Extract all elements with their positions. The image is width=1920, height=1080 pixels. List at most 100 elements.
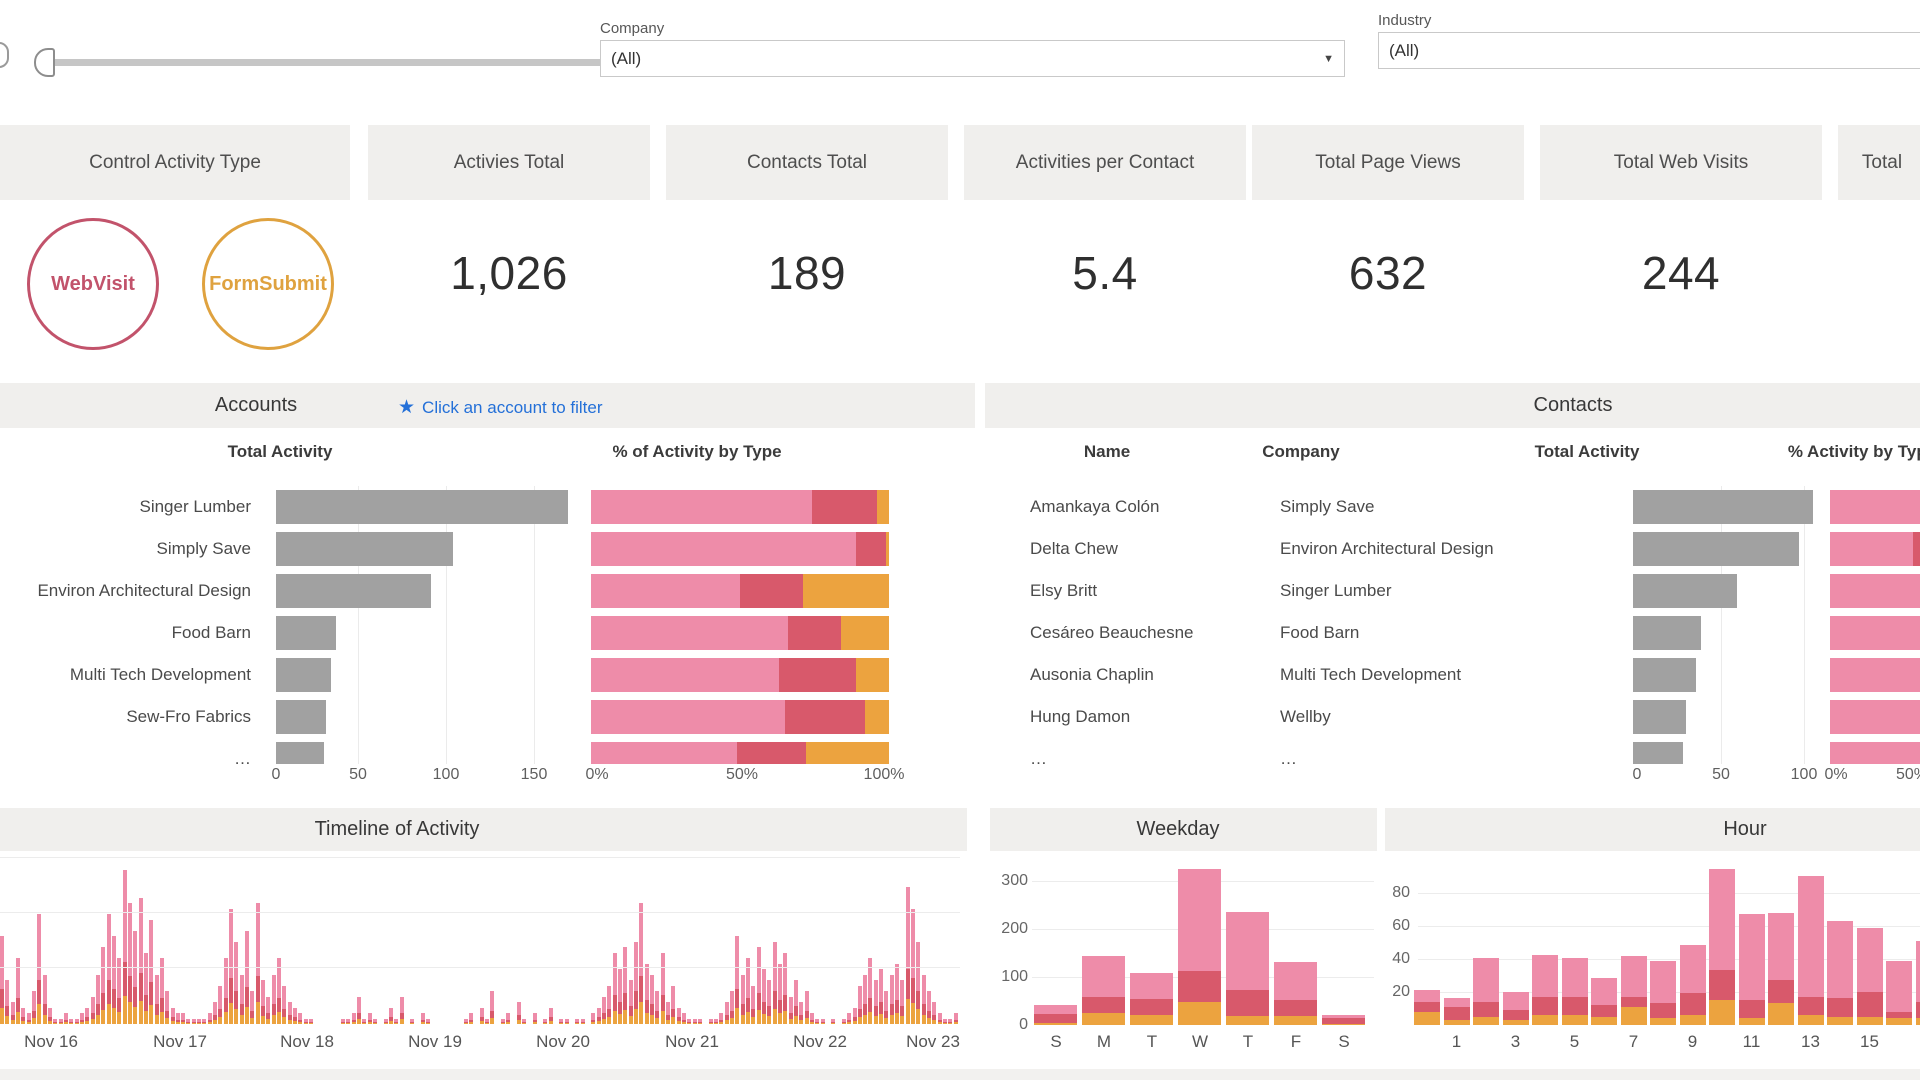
timeline-bar[interactable] (581, 1019, 585, 1024)
timeline-bar[interactable] (362, 1019, 366, 1024)
timeline-bar[interactable] (112, 936, 116, 1024)
timeline-bar[interactable] (533, 1013, 537, 1024)
timeline-bar[interactable] (757, 947, 761, 1024)
timeline-bar[interactable] (480, 1008, 484, 1024)
hour-bar[interactable] (1768, 685, 1794, 1025)
timeline-bar[interactable] (171, 1008, 175, 1024)
timeline-bar[interactable] (810, 1013, 814, 1024)
timeline-bar[interactable] (485, 1019, 489, 1024)
timeline-bar[interactable] (490, 991, 494, 1024)
timeline-bar[interactable] (645, 964, 649, 1024)
timeline-bar[interactable] (293, 1008, 297, 1024)
timeline-bar[interactable] (197, 1019, 201, 1024)
hour-bar[interactable] (1827, 685, 1853, 1025)
contact-pct-stacked-bar[interactable] (1830, 574, 1920, 608)
timeline-bar[interactable] (85, 1008, 89, 1024)
timeline-bar[interactable] (266, 997, 270, 1024)
timeline-bar[interactable] (874, 980, 878, 1024)
timeline-bar[interactable] (410, 1019, 414, 1024)
timeline-bar[interactable] (831, 1019, 835, 1024)
timeline-bar[interactable] (426, 1019, 430, 1024)
hour-bar[interactable] (1857, 685, 1883, 1025)
timeline-bar[interactable] (629, 980, 633, 1024)
timeline-bar[interactable] (91, 997, 95, 1024)
timeline-bar[interactable] (938, 1013, 942, 1024)
timeline-bar[interactable] (634, 942, 638, 1024)
timeline-bar[interactable] (21, 1008, 25, 1024)
account-total-activity-bar[interactable] (276, 616, 336, 650)
timeline-bar[interactable] (735, 936, 739, 1024)
timeline-bar[interactable] (234, 942, 238, 1024)
contact-total-activity-bar[interactable] (1633, 616, 1701, 650)
timeline-bar[interactable] (773, 942, 777, 1024)
hour-bar[interactable] (1414, 685, 1440, 1025)
hour-bar[interactable] (1473, 685, 1499, 1025)
hour-bar[interactable] (1739, 685, 1765, 1025)
hour-bar[interactable] (1562, 685, 1588, 1025)
timeline-bar[interactable] (304, 1019, 308, 1024)
account-row[interactable]: Food Barn (0, 612, 975, 654)
timeline-bar[interactable] (469, 1013, 473, 1024)
hour-bar[interactable] (1916, 685, 1920, 1025)
timeline-bar[interactable] (341, 1019, 345, 1024)
timeline-bar[interactable] (0, 936, 4, 1024)
timeline-bar[interactable] (288, 1002, 292, 1024)
account-row[interactable]: … (0, 738, 975, 764)
contact-row[interactable]: Delta ChewEnviron Architectural Design (985, 528, 1920, 570)
timeline-bar[interactable] (815, 1019, 819, 1024)
timeline-bar[interactable] (821, 1019, 825, 1024)
timeline-bar[interactable] (943, 1019, 947, 1024)
timeline-bar[interactable] (69, 1019, 73, 1024)
timeline-bar[interactable] (853, 1008, 857, 1024)
timeline-bar[interactable] (575, 1019, 579, 1024)
account-pct-stacked-bar[interactable] (591, 574, 889, 608)
hour-bar[interactable] (1650, 685, 1676, 1025)
timeline-bar[interactable] (789, 997, 793, 1024)
timeline-bar[interactable] (165, 991, 169, 1024)
timeline-bar[interactable] (618, 969, 622, 1024)
timeline-bar[interactable] (400, 997, 404, 1024)
timeline-bar[interactable] (32, 991, 36, 1024)
timeline-bar[interactable] (954, 1013, 958, 1024)
timeline-bar[interactable] (384, 1019, 388, 1024)
timeline-bar[interactable] (794, 980, 798, 1024)
weekday-bar[interactable] (1274, 685, 1317, 1025)
timeline-bar[interactable] (879, 969, 883, 1024)
account-pct-stacked-bar[interactable] (591, 742, 889, 764)
contact-total-activity-bar[interactable] (1633, 532, 1799, 566)
timeline-bar[interactable] (517, 1002, 521, 1024)
timeline-bar[interactable] (709, 1019, 713, 1024)
account-total-activity-bar[interactable] (276, 742, 324, 764)
timeline-bar[interactable] (559, 1019, 563, 1024)
contact-pct-stacked-bar[interactable] (1830, 616, 1920, 650)
contact-pct-stacked-bar[interactable] (1830, 532, 1920, 566)
timeline-bar[interactable] (847, 1013, 851, 1024)
timeline-bar[interactable] (858, 986, 862, 1024)
timeline-bar[interactable] (607, 986, 611, 1024)
weekday-bar[interactable] (1226, 685, 1269, 1025)
weekday-bar[interactable] (1322, 685, 1365, 1025)
timeline-bar[interactable] (282, 986, 286, 1024)
timeline-bar[interactable] (43, 975, 47, 1024)
timeline-bar[interactable] (256, 903, 260, 1024)
timeline-bar[interactable] (27, 1013, 31, 1024)
timeline-bar[interactable] (389, 1008, 393, 1024)
timeline-bar[interactable] (650, 975, 654, 1024)
timeline-bar[interactable] (522, 1019, 526, 1024)
timeline-bar[interactable] (623, 947, 627, 1024)
timeline-bar[interactable] (762, 969, 766, 1024)
timeline-bar[interactable] (730, 991, 734, 1024)
timeline-bar[interactable] (64, 1013, 68, 1024)
timeline-bar[interactable] (245, 931, 249, 1024)
account-total-activity-bar[interactable] (276, 658, 331, 692)
hour-bar[interactable] (1444, 685, 1470, 1025)
webvisit-filter-circle[interactable]: WebVisit (27, 218, 159, 350)
timeline-bar[interactable] (900, 980, 904, 1024)
timeline-bar[interactable] (208, 1013, 212, 1024)
contact-row[interactable]: Amankaya ColónSimply Save (985, 486, 1920, 528)
timeline-bar[interactable] (37, 914, 41, 1024)
timeline-bar[interactable] (543, 1019, 547, 1024)
account-pct-stacked-bar[interactable] (591, 658, 889, 692)
timeline-bar[interactable] (591, 1013, 595, 1024)
timeline-bar[interactable] (719, 1013, 723, 1024)
